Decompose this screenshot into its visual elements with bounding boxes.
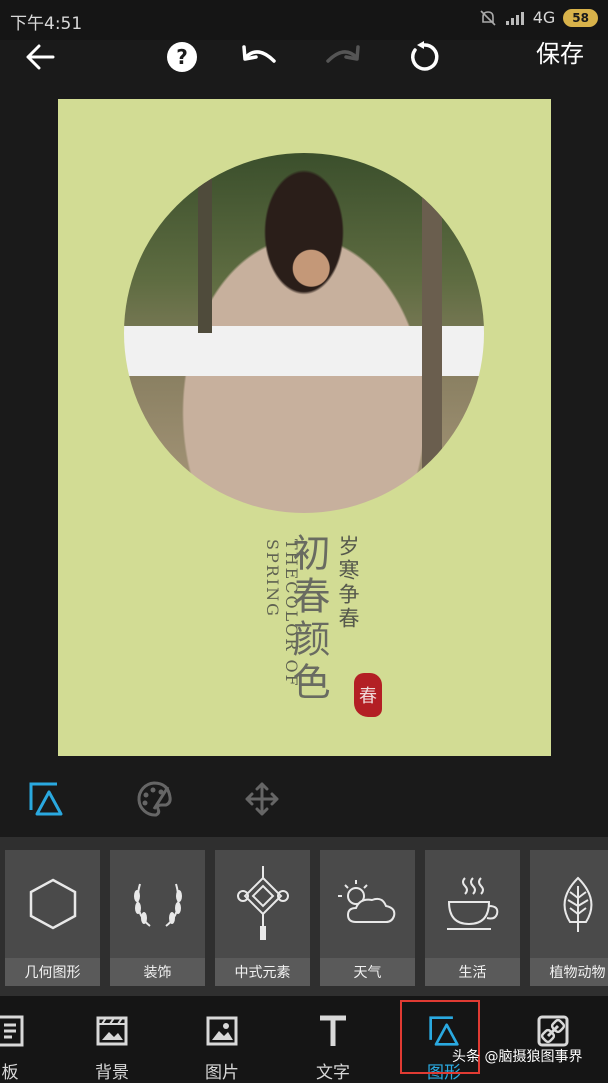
category-label: 中式元素 [215, 958, 310, 986]
save-button[interactable]: 保存 [536, 34, 584, 69]
tab-label: 板 [1, 1063, 19, 1083]
hexagon-icon [5, 850, 100, 958]
bottom-tab-bar: 板 背景 图片 文字 图形 [0, 996, 608, 1083]
shape-tool-icon [29, 782, 63, 816]
tab-label: 文字 [316, 1063, 350, 1083]
battery-icon: 58 [563, 8, 598, 27]
template-icon [0, 1014, 26, 1048]
tab-background[interactable]: 背景 [62, 1006, 162, 1083]
redo-icon [326, 45, 360, 63]
seal-char: 春 [359, 686, 377, 707]
category-decoration[interactable]: 装饰 [110, 850, 205, 986]
image-icon [206, 1014, 238, 1048]
category-label: 装饰 [110, 958, 205, 986]
palette-button[interactable] [133, 778, 175, 820]
coffee-icon [425, 850, 520, 958]
category-label: 生活 [425, 958, 520, 986]
category-geometry[interactable]: 几何图形 [5, 850, 100, 986]
category-life[interactable]: 生活 [425, 850, 520, 986]
shape-tool-button[interactable] [25, 778, 67, 820]
tab-image[interactable]: 图片 [172, 1006, 272, 1083]
seal-stamp[interactable]: 春 [354, 673, 382, 717]
tab-label: 背景 [95, 1063, 129, 1083]
tab-link[interactable] [503, 1006, 603, 1078]
category-label: 天气 [320, 958, 415, 986]
tab-template[interactable]: 板 [0, 1006, 60, 1083]
category-weather[interactable]: 天气 [320, 850, 415, 986]
poster-title[interactable]: 初春颜色 [286, 533, 330, 705]
undo-icon [242, 45, 276, 63]
poster-subtitle[interactable]: 岁寒争春 [333, 535, 363, 631]
tree-trunk [422, 193, 442, 493]
back-arrow-icon [26, 44, 55, 70]
tab-text[interactable]: 文字 [283, 1006, 383, 1083]
text-icon [317, 1014, 349, 1048]
help-button[interactable]: ? [162, 34, 202, 80]
watermark: 头条 @脑摄狼图事界 [452, 1049, 583, 1065]
poster-canvas[interactable]: THECOLOR OF SPRING 初春颜色 岁寒争春 春 [58, 99, 551, 756]
move-icon [245, 782, 279, 816]
back-button[interactable] [20, 34, 60, 80]
reset-button[interactable] [402, 34, 446, 80]
top-toolbar: ? [0, 28, 608, 74]
portrait-photo[interactable] [124, 153, 484, 513]
palette-icon [137, 781, 172, 817]
status-icons: 4G 58 [479, 8, 598, 27]
link-icon [537, 1014, 569, 1048]
category-label: 植物动物 [530, 958, 608, 986]
tree-trunk [198, 153, 212, 333]
shape-category-panel[interactable]: 几何图形 装饰 中式元素 天气 生活 植物动物 [0, 837, 608, 996]
undo-button[interactable] [238, 34, 282, 80]
category-label: 几何图形 [5, 958, 100, 986]
svg-text:?: ? [176, 45, 188, 69]
tab-label: 图片 [205, 1063, 239, 1083]
network-type: 4G [532, 8, 556, 27]
redo-button[interactable] [320, 34, 364, 80]
signal-icon [505, 11, 524, 25]
edit-tool-row [0, 760, 608, 836]
move-button[interactable] [241, 778, 283, 820]
reset-icon [411, 41, 439, 71]
mute-icon [480, 9, 496, 26]
category-chinese[interactable]: 中式元素 [215, 850, 310, 986]
laurel-icon [110, 850, 205, 958]
plant-icon [530, 850, 608, 958]
help-icon: ? [167, 42, 197, 72]
background-icon [96, 1014, 128, 1048]
category-plants-animals[interactable]: 植物动物 [530, 850, 608, 986]
weather-icon [320, 850, 415, 958]
battery-level: 58 [572, 10, 589, 25]
chinese-knot-icon [215, 850, 310, 958]
